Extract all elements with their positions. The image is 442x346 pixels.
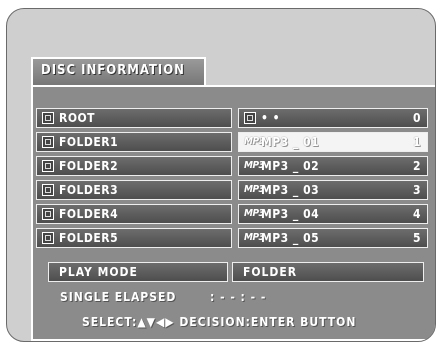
file-label: • • bbox=[261, 111, 281, 125]
file-number: 5 bbox=[412, 231, 421, 245]
folder-icon bbox=[42, 208, 54, 220]
disc-information-title: DISC INFORMATION bbox=[31, 57, 206, 85]
folder-item-folder4[interactable]: FOLDER4 bbox=[36, 204, 232, 224]
file-number: 2 bbox=[412, 159, 421, 173]
file-number: 1 bbox=[412, 135, 421, 149]
play-mode-label: PLAY MODE bbox=[48, 262, 228, 282]
file-item-parent[interactable]: • • 0 bbox=[238, 108, 428, 128]
file-label: MP3 _ 04 bbox=[261, 207, 320, 221]
folder-label: ROOT bbox=[59, 111, 96, 125]
folder-item-folder3[interactable]: FOLDER3 bbox=[36, 180, 232, 200]
folder-icon bbox=[244, 112, 256, 124]
folder-label: FOLDER2 bbox=[59, 159, 119, 173]
file-label: MP3 _ 03 bbox=[261, 183, 320, 197]
folder-item-folder5[interactable]: FOLDER5 bbox=[36, 228, 232, 248]
file-label: MP3 _ 01 bbox=[261, 135, 320, 149]
navigation-hint: SELECT:▲▼◀▶ DECISION:ENTER BUTTON bbox=[82, 315, 357, 329]
elapsed-value: : - - : - - bbox=[210, 290, 267, 304]
play-mode-value[interactable]: FOLDER bbox=[232, 262, 424, 282]
file-number: 3 bbox=[412, 183, 421, 197]
folder-item-folder1[interactable]: FOLDER1 bbox=[36, 132, 232, 152]
folder-item-root[interactable]: ROOT bbox=[36, 108, 232, 128]
elapsed-label: SINGLE ELAPSED bbox=[60, 290, 177, 304]
folder-label: FOLDER4 bbox=[59, 207, 119, 221]
folder-label: FOLDER1 bbox=[59, 135, 119, 149]
folder-icon bbox=[42, 160, 54, 172]
file-item[interactable]: MP3 MP3 _ 03 3 bbox=[238, 180, 428, 200]
folder-icon bbox=[42, 112, 54, 124]
file-item[interactable]: MP3 MP3 _ 04 4 bbox=[238, 204, 428, 224]
file-label: MP3 _ 05 bbox=[261, 231, 320, 245]
file-label: MP3 _ 02 bbox=[261, 159, 320, 173]
folder-label: FOLDER5 bbox=[59, 231, 119, 245]
folder-icon bbox=[42, 136, 54, 148]
folder-item-folder2[interactable]: FOLDER2 bbox=[36, 156, 232, 176]
file-number: 4 bbox=[412, 207, 421, 221]
folder-icon bbox=[42, 232, 54, 244]
file-number: 0 bbox=[412, 111, 421, 125]
folder-icon bbox=[42, 184, 54, 196]
file-item-selected[interactable]: MP3 MP3 _ 01 1 bbox=[238, 132, 428, 152]
folder-label: FOLDER3 bbox=[59, 183, 119, 197]
file-item[interactable]: MP3 MP3 _ 02 2 bbox=[238, 156, 428, 176]
file-item[interactable]: MP3 MP3 _ 05 5 bbox=[238, 228, 428, 248]
